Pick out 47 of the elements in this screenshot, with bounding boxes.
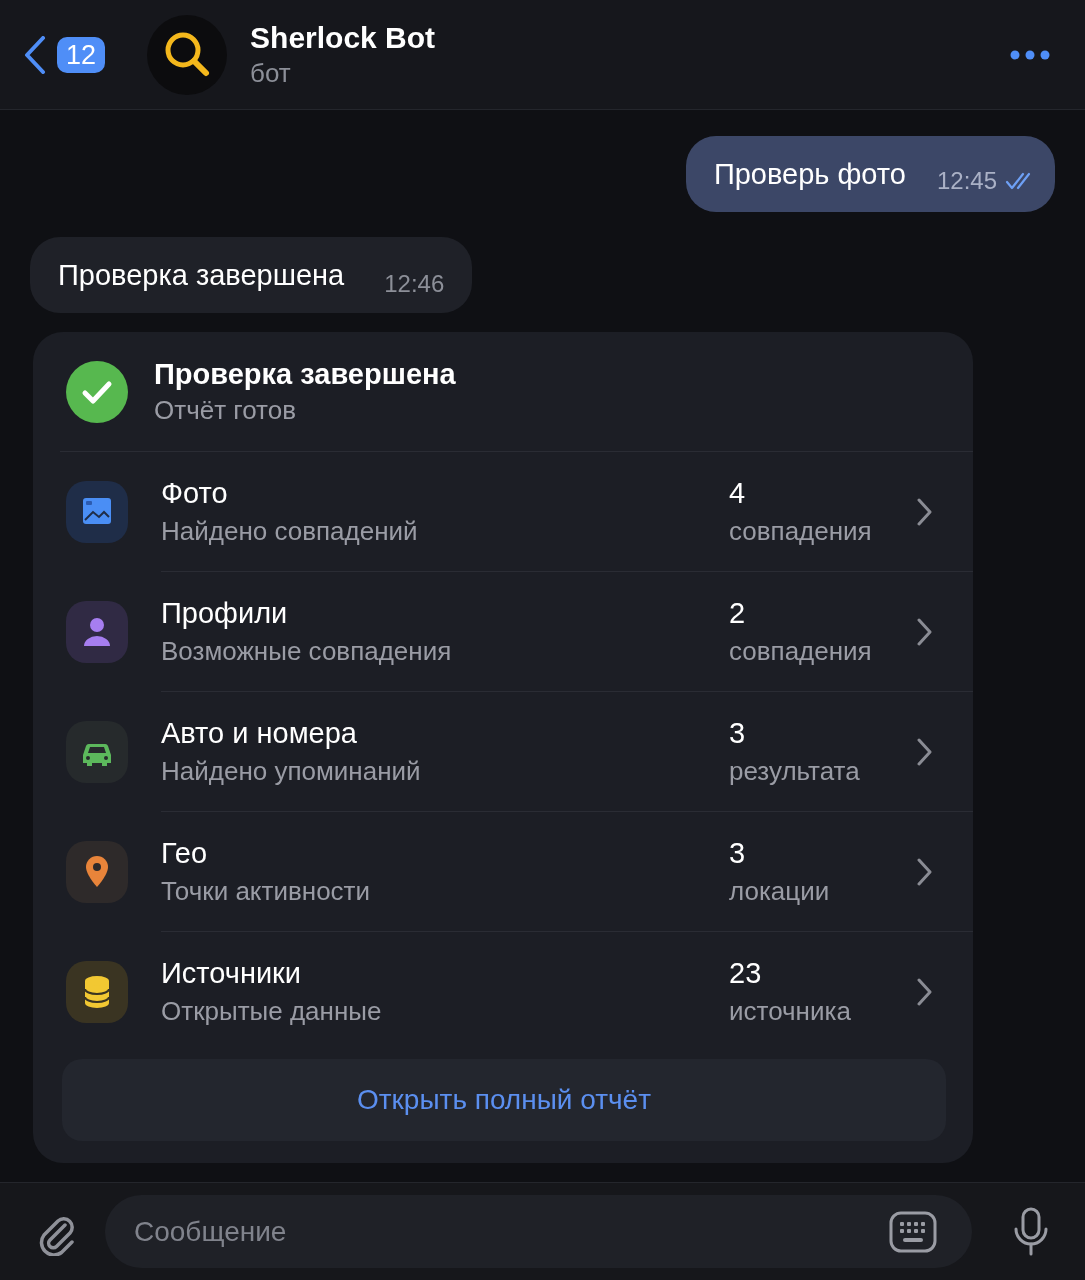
more-icon[interactable] (1010, 49, 1050, 60)
open-report-button[interactable]: Открыть полный отчёт (62, 1059, 946, 1141)
result-count: 3 (729, 835, 747, 871)
row-subtitle: Открытые данные (161, 995, 383, 1028)
person-icon (66, 601, 128, 663)
message-text: Проверка завершена (58, 258, 345, 292)
result-count: 3 (729, 715, 747, 751)
result-unit: локации (729, 874, 831, 908)
check-circle-icon (66, 360, 128, 423)
chat-title: Sherlock Bot (250, 19, 436, 56)
microphone-icon[interactable] (1012, 1206, 1050, 1257)
chevron-right-icon[interactable] (917, 617, 932, 646)
result-unit: совпадения (729, 634, 873, 668)
result-count: 2 (729, 595, 747, 631)
row-title: Авто и номера (161, 715, 358, 751)
chevron-right-icon[interactable] (917, 857, 932, 886)
result-count: 23 (729, 956, 763, 991)
chat-subtitle: бот (250, 56, 292, 90)
result-unit: результата (729, 754, 861, 788)
image-icon (66, 481, 128, 543)
message-time: 12:45 (936, 167, 997, 195)
card-subtitle: Отчёт готов (154, 393, 297, 427)
row-subtitle: Возможные совпадения (161, 634, 453, 668)
chevron-right-icon[interactable] (917, 737, 932, 766)
message-time: 12:46 (384, 270, 445, 298)
car-icon (66, 721, 128, 783)
row-title: Профили (161, 595, 289, 631)
back-icon[interactable] (24, 35, 46, 74)
row-subtitle: Найдено упоминаний (161, 754, 422, 788)
magnifier-avatar-icon[interactable] (147, 14, 228, 95)
row-subtitle: Точки активности (161, 874, 372, 908)
database-icon (66, 961, 128, 1023)
chevron-right-icon[interactable] (917, 497, 932, 526)
result-count: 4 (729, 475, 747, 511)
message-text: Проверь фото (713, 157, 906, 191)
chevron-right-icon[interactable] (917, 978, 932, 1006)
message-input-field[interactable]: Сообщение (105, 1195, 972, 1268)
result-unit: источника (729, 995, 852, 1028)
row-subtitle: Найдено совпадений (161, 514, 419, 548)
row-title: Фото (161, 475, 229, 511)
card-title: Проверка завершена (154, 356, 456, 392)
keyboard-icon[interactable] (889, 1211, 937, 1253)
unread-count-badge: 12 (57, 36, 106, 73)
result-unit: совпадения (729, 514, 873, 548)
row-title: Гео (161, 835, 209, 871)
location-pin-icon (66, 841, 128, 903)
row-title: Источники (161, 956, 302, 991)
